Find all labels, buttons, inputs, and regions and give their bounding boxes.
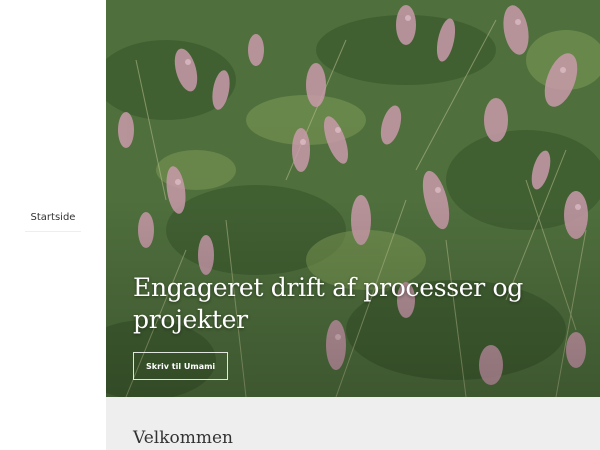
nav-item-startside[interactable]: Startside bbox=[0, 212, 106, 232]
hero-overlay bbox=[106, 0, 600, 397]
contact-button[interactable]: Skriv til Umami bbox=[133, 352, 229, 380]
hero-title: Engageret drift af processer og projekte… bbox=[133, 273, 524, 334]
sidebar: Startside bbox=[0, 0, 106, 450]
hero-section: Engageret drift af processer og projekte… bbox=[106, 0, 600, 397]
welcome-title: Velkommen bbox=[133, 428, 233, 448]
welcome-section: Velkommen bbox=[106, 397, 600, 450]
